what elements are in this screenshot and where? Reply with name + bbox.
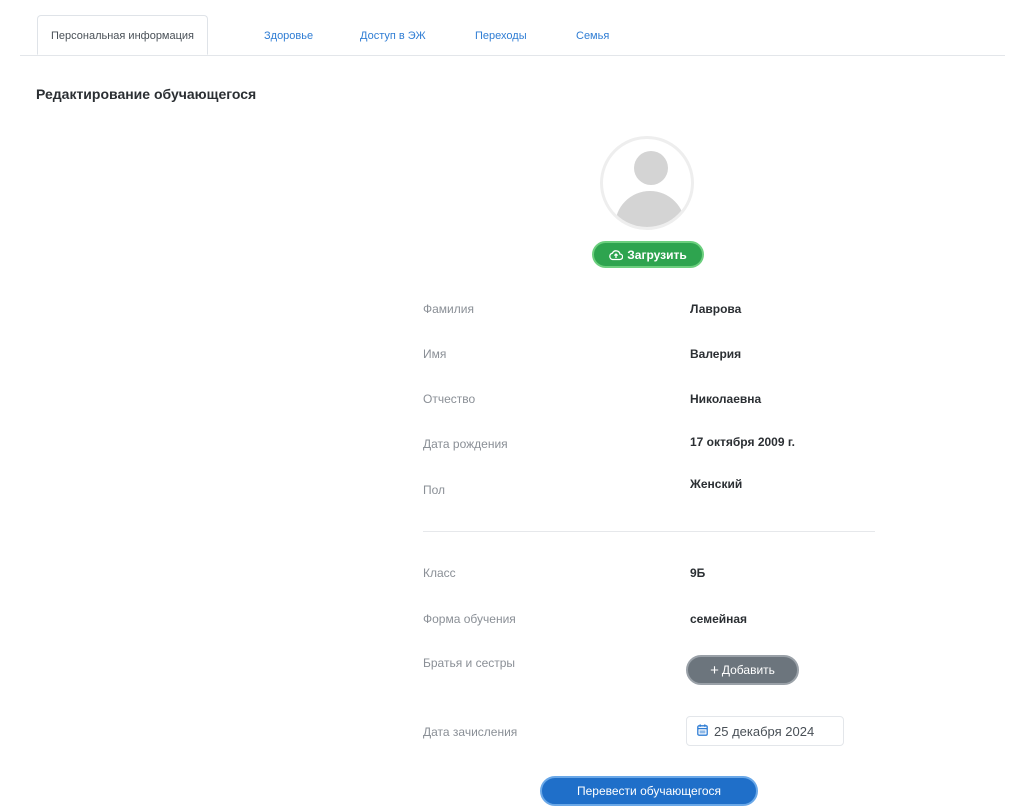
- patronymic-label: Отчество: [423, 392, 476, 406]
- transfer-button-label: Перевести обучающегося: [577, 784, 721, 798]
- surname-value: Лаврова: [690, 302, 742, 316]
- class-value: 9Б: [690, 566, 706, 580]
- gender-value: Женский: [690, 477, 743, 491]
- add-sibling-button-label: Добавить: [721, 663, 775, 677]
- surname-label: Фамилия: [423, 302, 474, 316]
- siblings-label: Братья и сестры: [423, 656, 516, 670]
- add-sibling-button[interactable]: + Добавить: [686, 655, 799, 685]
- tab-ej-access[interactable]: Доступ в ЭЖ: [360, 15, 426, 55]
- user-avatar-placeholder-icon: [600, 136, 694, 230]
- study-form-value: семейная: [690, 612, 748, 626]
- patronymic-value: Николаевна: [690, 392, 762, 406]
- avatar-body: [615, 191, 685, 227]
- upload-button-label: Загрузить: [627, 247, 687, 262]
- section-divider: [423, 531, 875, 532]
- upload-photo-button[interactable]: Загрузить: [592, 241, 704, 268]
- page-title: Редактирование обучающегося: [36, 86, 257, 102]
- first-name-value: Валерия: [690, 347, 742, 361]
- tab-family[interactable]: Семья: [576, 15, 609, 55]
- first-name-label: Имя: [423, 347, 447, 361]
- tab-transfers[interactable]: Переходы: [475, 15, 527, 55]
- cloud-upload-icon: [609, 249, 624, 261]
- study-form-label: Форма обучения: [423, 612, 516, 626]
- class-label: Класс: [423, 566, 456, 580]
- avatar-head: [634, 151, 668, 185]
- tab-health[interactable]: Здоровье: [264, 15, 313, 55]
- gender-label: Пол: [423, 483, 446, 497]
- enrollment-date-label: Дата зачисления: [423, 725, 518, 739]
- tab-personal-info[interactable]: Персональная информация: [37, 15, 209, 55]
- birth-date-label: Дата рождения: [423, 437, 508, 451]
- birth-date-value: 17 октября 2009 г.: [690, 435, 795, 449]
- plus-icon: +: [710, 661, 719, 679]
- transfer-student-button[interactable]: Перевести обучающегося: [540, 776, 758, 806]
- tab-bar: Персональная информация Здоровье Доступ …: [20, 15, 1005, 56]
- enrollment-date-field[interactable]: 25 декабря 2024: [686, 716, 844, 746]
- calendar-icon: [697, 723, 708, 739]
- enrollment-date-value: 25 декабря 2024: [714, 723, 815, 739]
